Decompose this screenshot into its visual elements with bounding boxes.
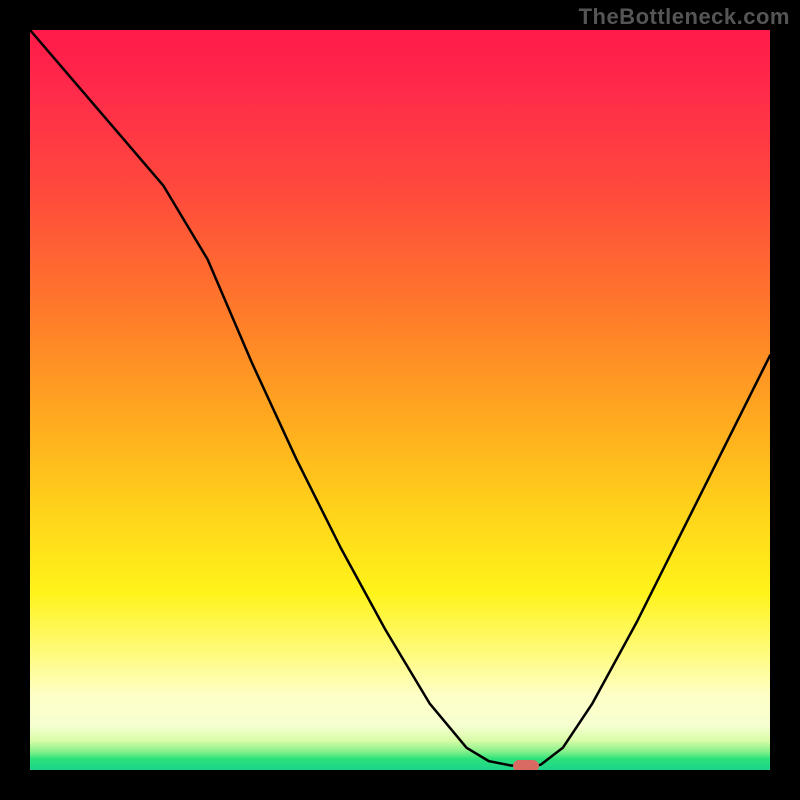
bottleneck-curve	[30, 30, 770, 770]
optimal-point-marker	[513, 760, 539, 770]
plot-area	[30, 30, 770, 770]
watermark-text: TheBottleneck.com	[579, 4, 790, 30]
chart-frame: TheBottleneck.com	[0, 0, 800, 800]
